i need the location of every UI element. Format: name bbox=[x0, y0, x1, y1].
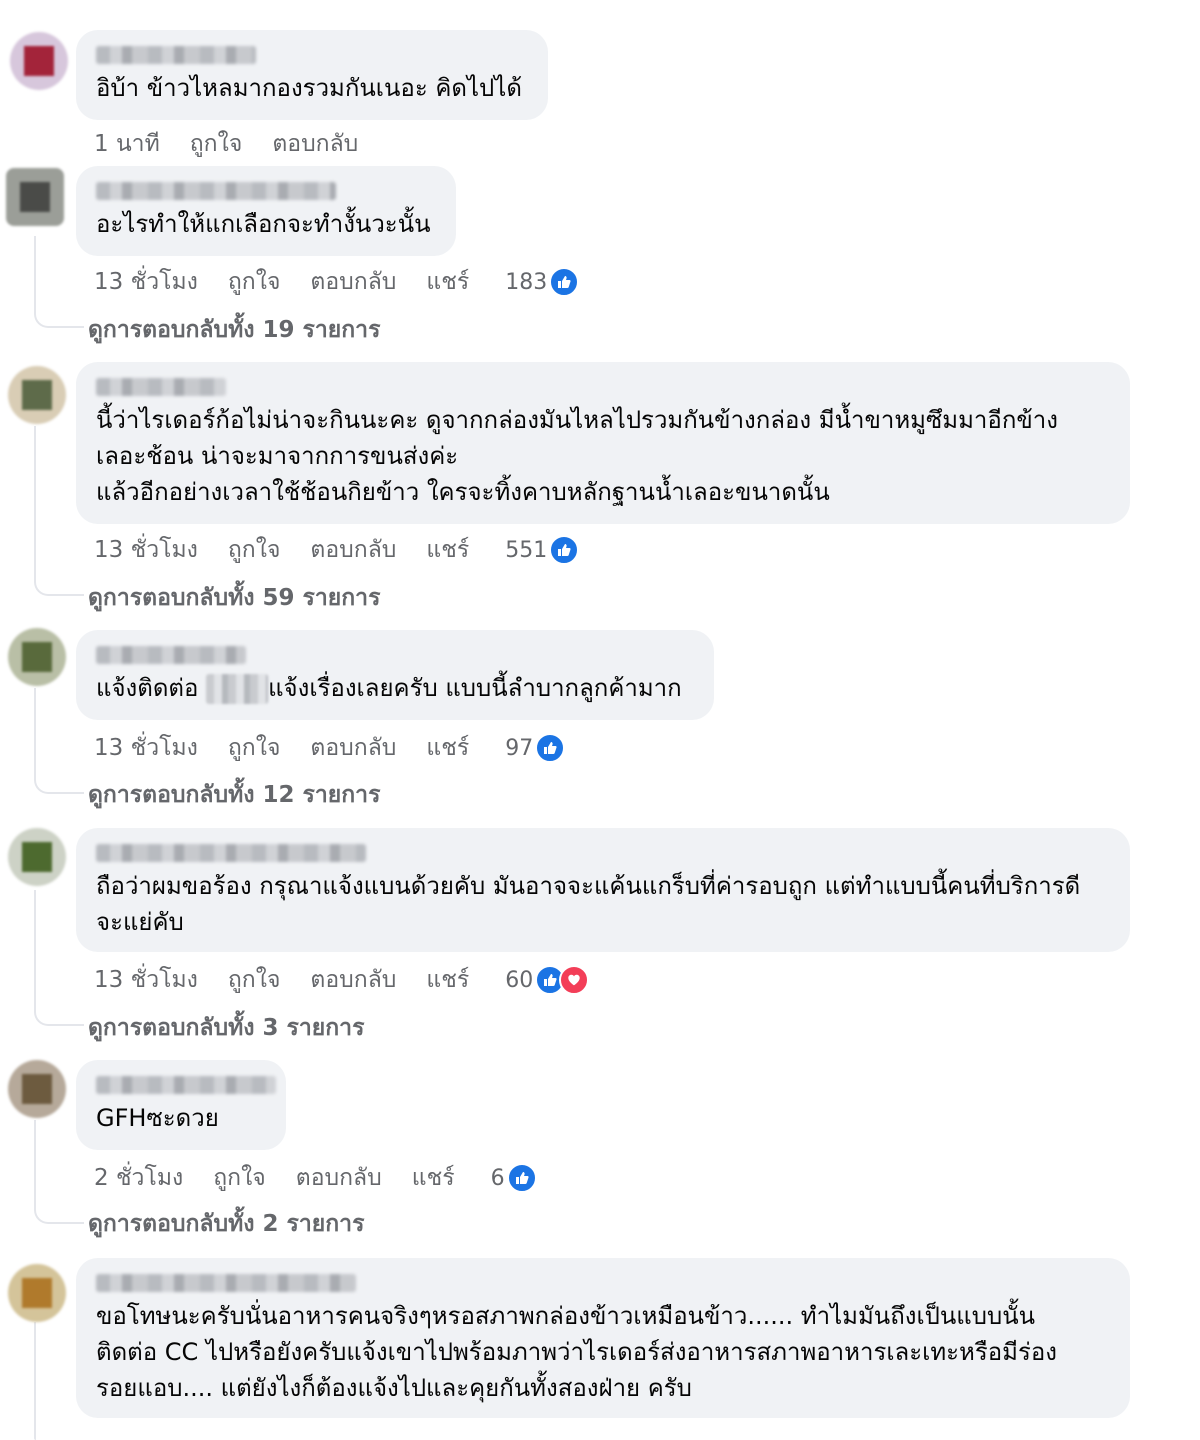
timestamp[interactable]: 13 ชั่วโมง bbox=[94, 962, 198, 998]
comment-bubble: นี้ว่าไรเดอร์ก้อไม่น่าจะกินนะคะ ดูจากกล่… bbox=[76, 362, 1130, 524]
reply-thread-line bbox=[34, 1322, 36, 1440]
reaction-count: 183 bbox=[505, 269, 548, 295]
like-reaction-icon bbox=[535, 733, 566, 763]
reaction-summary[interactable]: 551 bbox=[505, 535, 580, 565]
love-reaction-icon bbox=[559, 965, 590, 995]
comment-actions: 13 ชั่วโมง ถูกใจ ตอบกลับ แชร์ 183 bbox=[94, 264, 580, 300]
like-button[interactable]: ถูกใจ bbox=[228, 264, 281, 300]
comment-actions: 1 นาที ถูกใจ ตอบกลับ bbox=[94, 126, 388, 162]
author-name-blurred[interactable] bbox=[96, 182, 336, 200]
reply-thread-line bbox=[34, 236, 84, 328]
comment-text: GFHซะดวย bbox=[96, 1104, 219, 1132]
comment-text-end: แจ้งเรื่องเลยครับ แบบนี้ลำบากลูกค้ามาก bbox=[268, 674, 682, 702]
timestamp[interactable]: 2 ชั่วโมง bbox=[94, 1160, 183, 1196]
comment-text: แจ้งติดต่อ แจ้งเรื่องเลยครับ แบบนี้ลำบาก… bbox=[96, 670, 694, 706]
comment-text: อะไรทำให้แกเลือกจะทำงั้นวะนั้น bbox=[96, 210, 431, 238]
avatar[interactable] bbox=[6, 168, 64, 226]
timestamp[interactable]: 13 ชั่วโมง bbox=[94, 532, 198, 568]
avatar[interactable] bbox=[10, 32, 68, 90]
reply-button[interactable]: ตอบกลับ bbox=[310, 962, 396, 998]
comment-text: นี้ว่าไรเดอร์ก้อไม่น่าจะกินนะคะ ดูจากกล่… bbox=[96, 406, 1058, 506]
comment-bubble: อะไรทำให้แกเลือกจะทำงั้นวะนั้น bbox=[76, 166, 456, 256]
author-name-blurred[interactable] bbox=[96, 1076, 276, 1094]
avatar[interactable] bbox=[8, 828, 66, 886]
comment-bubble: GFHซะดวย bbox=[76, 1060, 286, 1150]
reaction-count: 6 bbox=[490, 1165, 505, 1191]
like-button[interactable]: ถูกใจ bbox=[228, 532, 281, 568]
like-button[interactable]: ถูกใจ bbox=[228, 730, 281, 766]
comment-actions: 13 ชั่วโมง ถูกใจ ตอบกลับ แชร์ 60 bbox=[94, 962, 590, 998]
avatar[interactable] bbox=[8, 628, 66, 686]
comment-bubble: ถือว่าผมขอร้อง กรุณาแจ้งแบนด้วยคับ มันอา… bbox=[76, 828, 1130, 952]
timestamp[interactable]: 13 ชั่วโมง bbox=[94, 730, 198, 766]
timestamp[interactable]: 13 ชั่วโมง bbox=[94, 264, 198, 300]
timestamp[interactable]: 1 นาที bbox=[94, 126, 160, 162]
like-reaction-icon bbox=[549, 267, 580, 297]
reply-button[interactable]: ตอบกลับ bbox=[310, 264, 396, 300]
avatar[interactable] bbox=[8, 366, 66, 424]
comment-text-start: แจ้งติดต่อ bbox=[96, 674, 207, 702]
avatar[interactable] bbox=[8, 1060, 66, 1118]
avatar[interactable] bbox=[8, 1264, 66, 1322]
reaction-summary[interactable]: 183 bbox=[505, 267, 580, 297]
like-button[interactable]: ถูกใจ bbox=[213, 1160, 266, 1196]
like-button[interactable]: ถูกใจ bbox=[228, 962, 281, 998]
comment-text: ถือว่าผมขอร้อง กรุณาแจ้งแบนด้วยคับ มันอา… bbox=[96, 872, 1081, 936]
reaction-count: 60 bbox=[505, 967, 534, 993]
view-replies-link[interactable]: ดูการตอบกลับทั้ง 19 รายการ bbox=[88, 312, 380, 348]
comment-actions: 13 ชั่วโมง ถูกใจ ตอบกลับ แชร์ 551 bbox=[94, 532, 580, 568]
comment-actions: 13 ชั่วโมง ถูกใจ ตอบกลับ แชร์ 97 bbox=[94, 730, 566, 766]
comment-text: อิบ้า ข้าวไหลมากองรวมกันเนอะ คิดไปได้ bbox=[96, 74, 522, 102]
like-reaction-icon bbox=[506, 1163, 537, 1193]
author-name-blurred[interactable] bbox=[96, 646, 246, 664]
reaction-count: 97 bbox=[505, 735, 534, 761]
reply-button[interactable]: ตอบกลับ bbox=[272, 126, 358, 162]
comment-actions: 2 ชั่วโมง ถูกใจ ตอบกลับ แชร์ 6 bbox=[94, 1160, 537, 1196]
like-button[interactable]: ถูกใจ bbox=[190, 126, 243, 162]
comment-text: ขอโทษนะครับนั่นอาหารคนจริงๆหรอสภาพกล่องข… bbox=[96, 1302, 1058, 1402]
share-button[interactable]: แชร์ bbox=[426, 730, 469, 766]
share-button[interactable]: แชร์ bbox=[412, 1160, 455, 1196]
view-replies-link[interactable]: ดูการตอบกลับทั้ง 3 รายการ bbox=[88, 1010, 364, 1046]
view-replies-link[interactable]: ดูการตอบกลับทั้ง 59 รายการ bbox=[88, 580, 380, 616]
author-name-blurred[interactable] bbox=[96, 46, 256, 64]
share-button[interactable]: แชร์ bbox=[426, 532, 469, 568]
share-button[interactable]: แชร์ bbox=[426, 962, 469, 998]
like-reaction-icon bbox=[549, 535, 580, 565]
comment-bubble: ขอโทษนะครับนั่นอาหารคนจริงๆหรอสภาพกล่องข… bbox=[76, 1258, 1130, 1418]
reaction-summary[interactable]: 6 bbox=[491, 1163, 537, 1193]
view-replies-link[interactable]: ดูการตอบกลับทั้ง 2 รายการ bbox=[88, 1206, 364, 1242]
view-replies-link[interactable]: ดูการตอบกลับทั้ง 12 รายการ bbox=[88, 777, 380, 813]
reply-button[interactable]: ตอบกลับ bbox=[310, 730, 396, 766]
comment-bubble: แจ้งติดต่อ แจ้งเรื่องเลยครับ แบบนี้ลำบาก… bbox=[76, 630, 714, 720]
author-name-blurred[interactable] bbox=[96, 1274, 356, 1292]
author-name-blurred[interactable] bbox=[96, 378, 226, 396]
comment-bubble: อิบ้า ข้าวไหลมากองรวมกันเนอะ คิดไปได้ bbox=[76, 30, 548, 120]
redacted-name bbox=[206, 674, 269, 704]
reaction-summary[interactable]: 60 bbox=[505, 965, 590, 995]
reaction-summary[interactable]: 97 bbox=[505, 733, 566, 763]
reply-button[interactable]: ตอบกลับ bbox=[310, 532, 396, 568]
share-button[interactable]: แชร์ bbox=[426, 264, 469, 300]
author-name-blurred[interactable] bbox=[96, 844, 366, 862]
reply-button[interactable]: ตอบกลับ bbox=[296, 1160, 382, 1196]
reaction-count: 551 bbox=[505, 537, 548, 563]
